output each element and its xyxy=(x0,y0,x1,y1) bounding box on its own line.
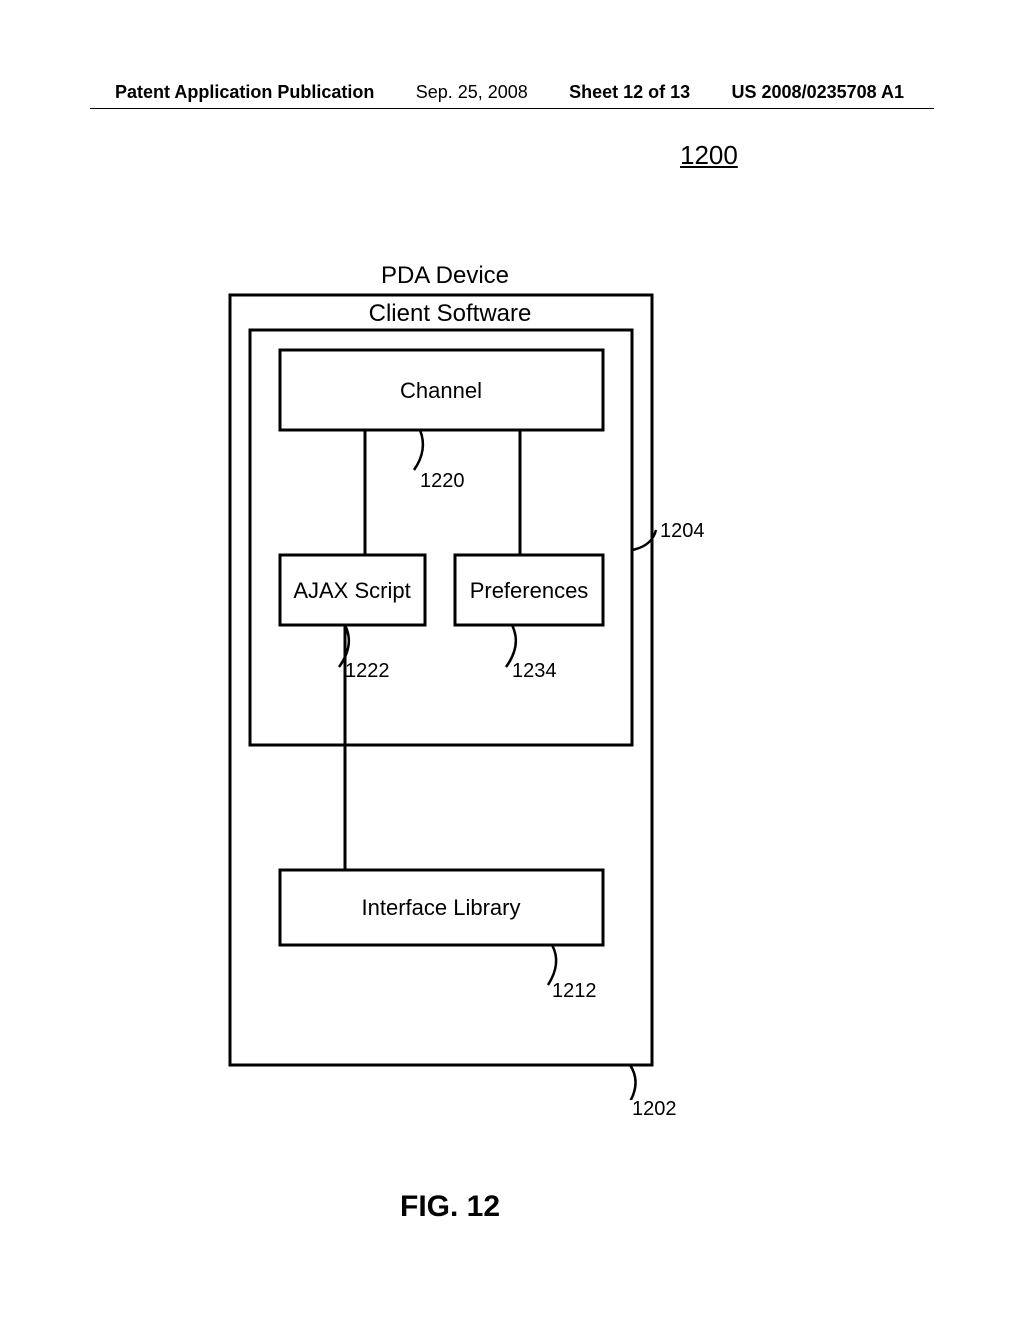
page-header: Patent Application Publication Sep. 25, … xyxy=(0,82,1024,103)
ref-1220: 1220 xyxy=(420,470,465,493)
channel-label: Channel xyxy=(400,378,482,403)
preferences-label: Preferences xyxy=(470,578,589,603)
ref-1212: 1212 xyxy=(552,980,597,1003)
ref-1222: 1222 xyxy=(345,660,390,683)
block-diagram: Channel AJAX Script Preferences Interfac… xyxy=(120,250,840,1105)
ref-1234: 1234 xyxy=(512,660,557,683)
header-rule xyxy=(90,108,934,109)
publication-label: Patent Application Publication xyxy=(115,82,374,103)
ref-1204: 1204 xyxy=(660,520,705,543)
ajax-label: AJAX Script xyxy=(293,578,410,603)
interface-library-label: Interface Library xyxy=(362,895,521,920)
pda-box xyxy=(230,295,652,1065)
ref-1202: 1202 xyxy=(632,1098,677,1121)
figure-reference-number: 1200 xyxy=(680,140,738,171)
patent-number: US 2008/0235708 A1 xyxy=(732,82,904,103)
leader-1202 xyxy=(628,1065,636,1100)
leader-1220 xyxy=(414,430,423,470)
sheet-number: Sheet 12 of 13 xyxy=(569,82,690,103)
leader-1212 xyxy=(548,945,556,985)
figure-caption: FIG. 12 xyxy=(400,1190,500,1224)
publication-date: Sep. 25, 2008 xyxy=(416,82,528,103)
